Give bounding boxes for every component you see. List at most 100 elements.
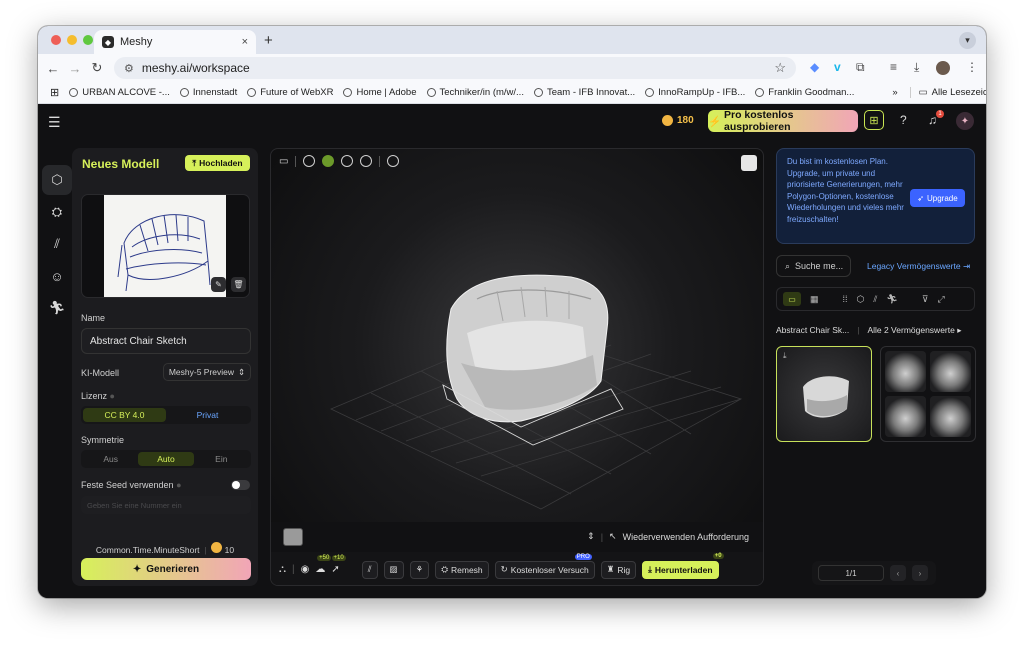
license-private-option[interactable]: Privat	[166, 408, 249, 422]
pro-badge: PRO	[574, 553, 592, 560]
reuse-prompt-button[interactable]: ⇕ | ↖ Wiederverwenden Aufforderung	[587, 531, 749, 542]
back-icon[interactable]: ←	[42, 61, 64, 76]
prompt-thumbnail[interactable]	[283, 528, 303, 546]
help-icon[interactable]: ?	[900, 113, 907, 127]
nodes-icon[interactable]: ⛬	[279, 564, 286, 575]
bookmarks-overflow-button[interactable]: »	[892, 87, 897, 98]
hatch-filter-icon[interactable]: ⫽	[873, 294, 877, 305]
clear-filter-icon[interactable]: ⊽	[922, 294, 929, 305]
pro-trial-button[interactable]: ⚡ Pro kostenlos ausprobieren	[708, 109, 858, 133]
bookmark-item[interactable]: InnoRampUp - IFB...	[645, 87, 745, 98]
trash-icon[interactable]: 🗑︎	[231, 277, 246, 292]
new-tab-button[interactable]: +	[264, 32, 273, 49]
upgrade-button[interactable]: ➶ Upgrade	[910, 189, 965, 207]
extension-feather-icon[interactable]: ◆	[810, 60, 819, 74]
asset-card-selected[interactable]: ⤓	[776, 346, 872, 442]
forward-icon[interactable]: →	[64, 61, 86, 76]
asset-variant-thumbnail[interactable]	[930, 396, 971, 437]
asset-variant-thumbnail[interactable]	[930, 351, 971, 392]
share-icon[interactable]: ➚ +10	[331, 555, 346, 575]
user-avatar[interactable]: ✦	[956, 112, 974, 130]
credits-counter[interactable]: 180	[662, 115, 694, 126]
download-icon[interactable]: ⤓	[914, 60, 919, 75]
gift-icon[interactable]: ⊞	[864, 110, 884, 130]
apps-grid-icon[interactable]: ⊞	[50, 86, 59, 99]
upload-cloud-icon[interactable]: ☁ +50	[315, 555, 332, 575]
free-trial-button[interactable]: ↻ Kostenloser Versuch PRO	[494, 553, 595, 579]
helmet-icon[interactable]: ☺	[42, 261, 72, 291]
tab-close-icon[interactable]: ×	[242, 36, 248, 48]
texture-paint-icon[interactable]: ▨	[383, 560, 404, 579]
maximize-window-button[interactable]	[83, 35, 93, 45]
all-assets-link[interactable]: Alle 2 Vermögenswerte ▸	[867, 325, 961, 336]
download-button[interactable]: ⤓ Herunterladen +0	[642, 552, 724, 579]
bookmark-item[interactable]: Future of WebXR	[247, 87, 333, 98]
next-page-icon[interactable]: ›	[912, 565, 928, 581]
asset-variant-thumbnail[interactable]	[885, 351, 926, 392]
bookmark-item[interactable]: URBAN ALCOVE -...	[69, 87, 170, 98]
texture-icon[interactable]: ⛭	[42, 197, 72, 227]
globe-icon	[179, 88, 189, 97]
minimize-window-button[interactable]	[67, 35, 77, 45]
reload-icon[interactable]: ↻	[86, 60, 108, 76]
hamburger-menu-icon[interactable]: ☰	[48, 114, 61, 131]
browser-menu-icon[interactable]: ⋮	[966, 60, 978, 74]
upload-button[interactable]: ⤒ Hochladen	[185, 155, 250, 171]
asset-variant-thumbnail[interactable]	[885, 396, 926, 437]
expand-icon[interactable]: ⤢	[937, 294, 944, 305]
updown-chevron-icon[interactable]: ⇕	[587, 531, 595, 542]
remesh-button[interactable]: ⛭ Remesh	[435, 560, 489, 579]
circle-logo-icon[interactable]: ◉	[301, 564, 310, 575]
profile-avatar-icon[interactable]	[936, 61, 950, 75]
site-settings-icon[interactable]: ⚙	[124, 62, 134, 75]
download-icon[interactable]: ⤓	[783, 351, 787, 361]
grid-filter-icon[interactable]: ⁞⁞	[843, 294, 848, 304]
symmetry-auto-option[interactable]: Auto	[138, 452, 194, 466]
running-filter-icon[interactable]: 🏃︎	[886, 294, 897, 305]
seed-input[interactable]: Geben Sie eine Nummer ein	[81, 496, 251, 514]
reading-list-icon[interactable]: ≡	[890, 60, 897, 74]
lightning-icon: ⚡	[708, 115, 722, 128]
bookmark-item[interactable]: Home | Adobe	[343, 87, 417, 98]
hatch-icon[interactable]: ⫽	[361, 560, 378, 579]
bookmark-item[interactable]: Franklin Goodman...	[755, 87, 854, 98]
cube-filter-icon[interactable]: ⬡	[857, 294, 865, 305]
ai-model-select[interactable]: Meshy-5 Preview ⇕	[163, 363, 251, 381]
hatch-icon[interactable]: ⫽	[42, 229, 72, 259]
tab-search-icon[interactable]: ▾	[959, 32, 976, 49]
bookmark-star-icon[interactable]: ☆	[774, 60, 786, 76]
info-icon[interactable]: ●	[176, 480, 181, 490]
extensions-puzzle-icon[interactable]: ⧉	[856, 60, 865, 75]
extension-vimeo-icon[interactable]: v	[834, 60, 841, 74]
close-window-button[interactable]	[51, 35, 61, 45]
page-indicator[interactable]: 1/1	[818, 565, 884, 581]
asset-preview-chair	[803, 376, 849, 418]
input-image-preview: ✎ 🗑︎	[81, 194, 250, 298]
bookmark-item[interactable]: Team - IFB Innovat...	[533, 87, 635, 98]
browser-tab[interactable]: ◆ Meshy ×	[94, 30, 256, 54]
info-icon[interactable]: ●	[110, 391, 115, 401]
bookmark-item[interactable]: Innenstadt	[179, 87, 237, 98]
erase-icon[interactable]: ✎	[211, 277, 226, 292]
symmetry-on-option[interactable]: Ein	[194, 452, 249, 466]
all-bookmarks-button[interactable]: ▭ Alle Lesezeichen	[909, 87, 986, 98]
folder-filter-icon[interactable]: ▭	[783, 292, 801, 306]
symmetry-off-option[interactable]: Aus	[83, 452, 138, 466]
rig-button[interactable]: ♜ Rig	[600, 560, 637, 579]
prev-page-icon[interactable]: ‹	[890, 565, 906, 581]
legacy-assets-link[interactable]: Legacy Vermögenswerte ⇥	[867, 261, 970, 272]
seed-label: Feste Seed verwenden ●	[81, 480, 182, 490]
license-cc-by-option[interactable]: CC BY 4.0	[83, 408, 166, 422]
image-filter-icon[interactable]: ▦	[810, 294, 819, 305]
seed-toggle[interactable]	[231, 480, 250, 490]
cube-icon[interactable]: ⬡	[42, 165, 72, 195]
generate-button[interactable]: ✦ Generieren	[81, 558, 251, 580]
animal-icon[interactable]: ⚘	[409, 560, 430, 579]
3d-viewport[interactable]: ▭ ⇕ | ↖ Wiederverwenden Aufforderung ⛬ |…	[270, 148, 764, 586]
asset-search-input[interactable]: ⌕ Suche me...	[776, 255, 851, 277]
url-input[interactable]: ⚙ meshy.ai/workspace ☆	[114, 57, 796, 79]
asset-variants-grid[interactable]	[880, 346, 976, 442]
model-name-input[interactable]: Abstract Chair Sketch	[81, 328, 251, 354]
running-figure-icon[interactable]: 🏃︎	[42, 293, 72, 323]
bookmark-item[interactable]: Techniker/in (m/w/...	[426, 87, 524, 98]
